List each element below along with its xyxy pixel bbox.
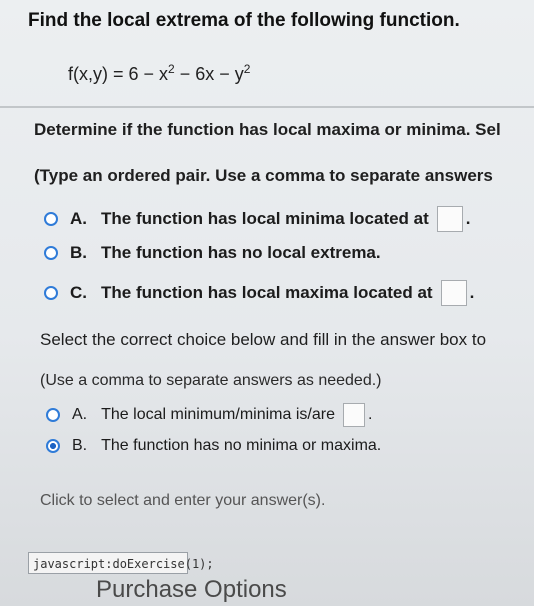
option-letter: A. [70,209,87,228]
answer-box[interactable] [342,403,365,427]
part1-option-a[interactable]: A. The function has local minima located… [44,206,471,232]
answer-box[interactable] [440,280,467,306]
option-letter: B. [70,243,87,262]
answer-box[interactable] [436,206,463,232]
section-divider [0,106,534,108]
option-letter: A. [72,406,88,423]
part2-option-a[interactable]: A. The local minimum/minima is/are . [46,403,372,427]
part1-prompt: Determine if the function has local maxi… [34,120,501,139]
option-text: The function has local minima located at [101,209,429,228]
click-instruction: Click to select and enter your answer(s)… [40,492,326,509]
function-exponent-2: 2 [243,62,251,76]
radio-button[interactable] [44,286,58,300]
function-lhs: f(x,y) = 6 − x [68,64,169,84]
option-text: The function has local maxima located at [101,283,433,302]
function-exponent-1: 2 [168,62,175,76]
radio-button-selected[interactable] [46,439,60,453]
part1-option-b[interactable]: B. The function has no local extrema. [44,243,381,263]
part2-prompt: Select the correct choice below and fill… [40,330,487,349]
part2-option-b[interactable]: B. The function has no minima or maxima. [46,437,381,455]
option-text: The function has no local extrema. [101,243,381,262]
function-middle: − 6x − y [174,64,244,84]
option-letter: B. [72,437,88,454]
part1-option-c[interactable]: C. The function has local maxima located… [44,280,474,306]
radio-button[interactable] [44,246,58,260]
radio-button[interactable] [44,212,58,226]
option-text: The function has no minima or maxima. [101,437,382,454]
status-bar-link: javascript:doExercise(1); [28,552,214,574]
question-title: Find the local extrema of the following … [28,10,460,31]
radio-button[interactable] [46,408,60,422]
function-expression: f(x,y) = 6 − x2 − 6x − y2 [68,62,250,85]
option-text: The local minimum/minima is/are [101,406,335,423]
purchase-options-link[interactable]: Purchase Options [96,576,287,604]
part1-hint: (Type an ordered pair. Use a comma to se… [34,166,493,185]
option-letter: C. [70,283,87,302]
part2-hint: (Use a comma to separate answers as need… [40,372,382,389]
